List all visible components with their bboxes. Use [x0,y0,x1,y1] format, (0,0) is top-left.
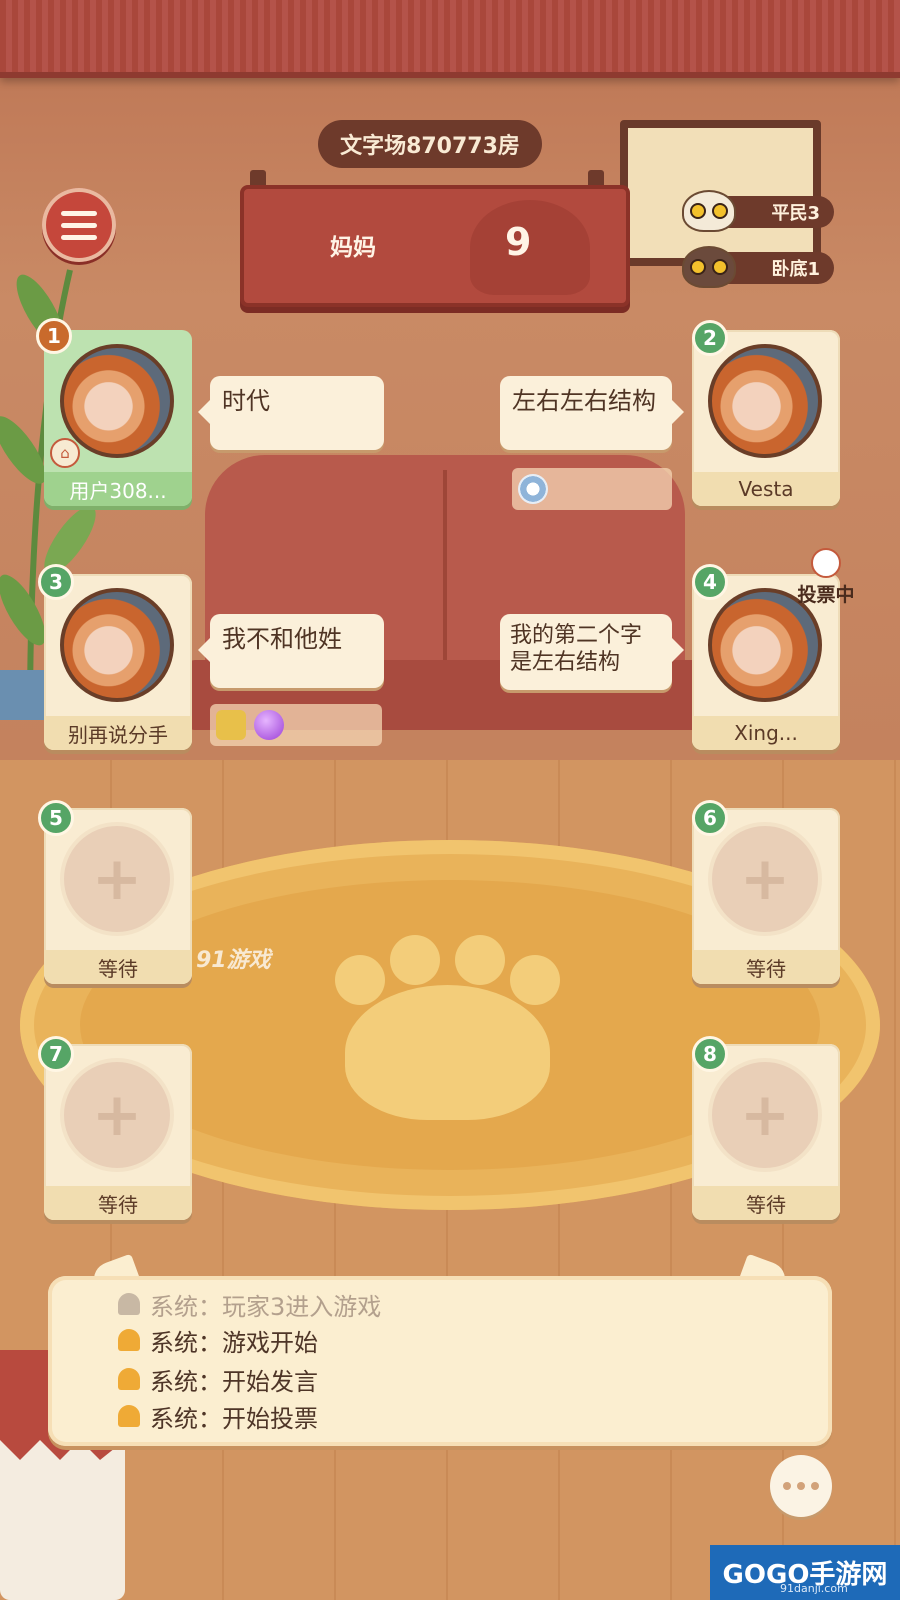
menu-button[interactable] [42,188,116,262]
player-name: 等待 [692,1186,840,1220]
rug-paw-toe [390,935,440,985]
add-seat-plus-icon: + [60,822,174,936]
spinner-gift-icon [518,474,548,504]
player-card-5[interactable]: + 等待 [44,808,192,984]
gift-bar-3 [210,704,382,746]
player-card-3[interactable]: 别再说分手 [44,574,192,750]
menu-icon-bar [61,210,97,216]
site-url: 91danji.com [780,1582,848,1595]
speech-text: 我不和他姓 [222,625,342,653]
voting-status: 投票中 [790,548,862,606]
bell-icon [118,1293,140,1315]
menu-icon-bar [61,222,97,228]
player-name: 等待 [692,950,840,984]
log-text: 系统：开始发言 [150,1367,318,1396]
log-text: 系统：玩家3进入游戏 [150,1292,382,1321]
seat-number: 6 [692,800,728,836]
white-cat-icon [682,190,736,232]
log-text: 系统：开始投票 [150,1404,318,1433]
player-avatar [60,588,174,702]
gift-bar-2 [512,468,672,510]
player-card-2[interactable]: Vesta [692,330,840,506]
bell-icon [118,1368,140,1390]
paw-icon [811,548,841,578]
role-label: 平民3 [771,203,820,224]
rug-paw-icon [345,985,550,1120]
log-line: 系统：游戏开始 [118,1322,318,1358]
log-line: 系统：玩家3进入游戏 [118,1286,381,1322]
cat-eye [712,259,728,275]
seat-number: 3 [38,564,74,600]
chat-button[interactable] [770,1455,832,1517]
speech-text: 我的第二个字是左右结构 [510,623,643,675]
seat-number: 8 [692,1036,728,1072]
seat-number: 4 [692,564,728,600]
speech-bubble-4: 我的第二个字是左右结构 [500,614,684,690]
cat-eye [690,259,706,275]
player-avatar [60,344,174,458]
rug-paw-toe [455,935,505,985]
home-icon: ⌂ [50,438,80,468]
bell-icon [118,1405,140,1427]
room-title: 文字场870773房 [318,120,542,168]
player-avatar [708,344,822,458]
seat-number: 5 [38,800,74,836]
player-card-1[interactable]: 用户308... [44,330,192,506]
role-label: 卧底1 [771,259,820,280]
log-line: 系统：开始发言 [118,1361,318,1397]
cat-eye [712,203,728,219]
gem-gift-icon [254,710,284,740]
system-log[interactable]: 系统：玩家3进入游戏 系统：游戏开始 系统：开始发言 系统：开始投票 [48,1276,832,1446]
chat-icon-dot [783,1482,791,1490]
player-name: Vesta [692,472,840,506]
cube-gift-icon [216,710,246,740]
seat-number: 2 [692,320,728,356]
player-name: 用户308... [44,472,192,506]
rug-paw-toe [335,955,385,1005]
player-name: 等待 [44,1186,192,1220]
bell-icon [118,1329,140,1351]
seat-number: 7 [38,1036,74,1072]
log-text: 系统：游戏开始 [150,1328,318,1357]
voting-label: 投票中 [797,584,855,606]
speech-text: 时代 [222,387,270,415]
countdown: 9 [505,220,532,264]
roof-border [0,0,900,78]
chat-icon-dot [811,1482,819,1490]
add-seat-plus-icon: + [708,1058,822,1172]
menu-icon-bar [61,234,97,240]
log-line: 系统：开始投票 [118,1398,318,1434]
dark-cat-icon [682,246,736,288]
player-name: 别再说分手 [44,716,192,750]
add-seat-plus-icon: + [708,822,822,936]
sofa-seam [443,470,447,660]
cat-eye [690,203,706,219]
speech-bubble-1: 时代 [198,376,384,450]
speech-text: 左右左右结构 [512,387,656,415]
add-seat-plus-icon: + [60,1058,174,1172]
chat-icon-dot [797,1482,805,1490]
player-name: 等待 [44,950,192,984]
speech-bubble-3: 我不和他姓 [198,614,384,688]
player-name: Xing... [692,716,840,750]
player-card-7[interactable]: + 等待 [44,1044,192,1220]
watermark: 91游戏 [196,948,271,973]
seat-number: 1 [36,318,72,354]
speech-bubble-2: 左右左右结构 [500,376,684,450]
secret-word: 妈妈 [330,235,376,261]
rug-paw-toe [510,955,560,1005]
